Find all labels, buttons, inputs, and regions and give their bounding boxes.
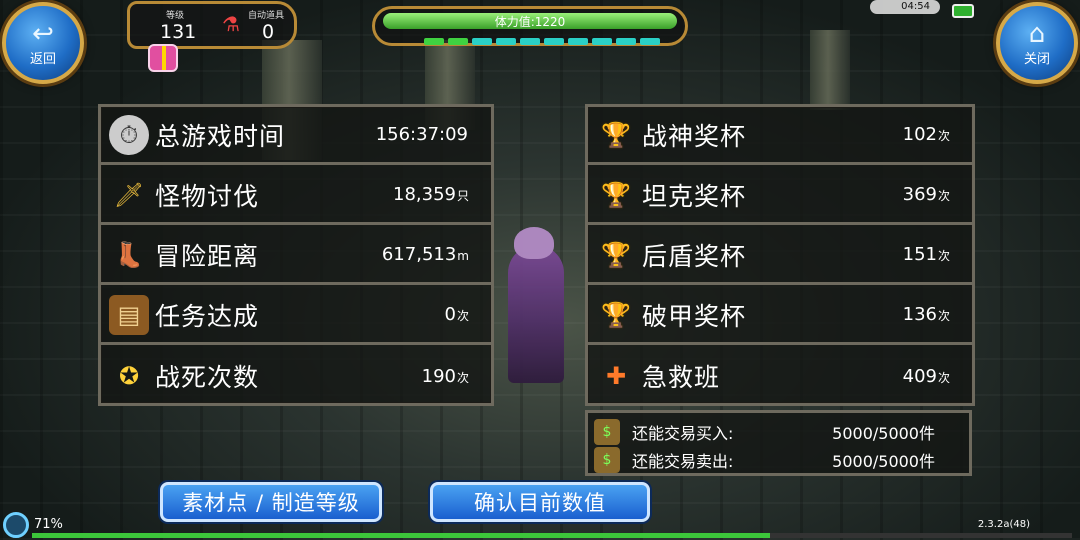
stat-label: 战神奖杯 xyxy=(642,121,747,151)
exp-bar-fill xyxy=(32,533,771,538)
energy-segment xyxy=(520,38,540,45)
trophy-swords-icon: 🏆 xyxy=(601,120,631,149)
stat-value: 102次 xyxy=(902,124,950,145)
stat-label: 急救班 xyxy=(642,363,721,392)
trophy-shield-icon: 🏆 xyxy=(601,180,631,209)
stat-value: 409次 xyxy=(902,365,950,387)
trophy-armor-break-icon: 🏆 xyxy=(601,300,631,329)
stat-label: 破甲奖杯 xyxy=(642,301,747,331)
energy-segment xyxy=(640,38,660,45)
level-panel: 等级 131 ⚗ 自动道具 0 xyxy=(127,1,297,49)
close-button-label: 关闭 xyxy=(1023,51,1050,67)
materials-craft-level-button[interactable]: 素材点 / 制造等级 xyxy=(160,482,382,522)
battery-icon xyxy=(952,4,974,18)
trade-sell-label: 还能交易卖出: xyxy=(632,452,734,471)
potion-icon: ⚗ xyxy=(222,12,240,36)
stat-label: 后盾奖杯 xyxy=(642,241,747,271)
trade-row-buy: $ 还能交易买入: 5000/5000件 xyxy=(594,418,963,446)
trade-row-sell: $ 还能交易卖出: 5000/5000件 xyxy=(594,446,963,474)
stat-label: 总游戏时间 xyxy=(155,121,286,151)
confirm-current-values-button[interactable]: 确认目前数值 xyxy=(430,482,650,522)
boots-icon: 👢 xyxy=(114,240,144,269)
gift-icon[interactable] xyxy=(148,44,178,72)
stat-label: 怪物讨伐 xyxy=(155,181,260,211)
stat-label: 任务达成 xyxy=(155,301,260,331)
player-character xyxy=(508,227,564,383)
back-button[interactable]: ↩ 返回 xyxy=(2,2,84,84)
version-label: 2.3.2a(48) xyxy=(977,519,1030,530)
stat-row: 🏆 战神奖杯 102次 xyxy=(588,107,972,165)
stopwatch-icon: ⏱ xyxy=(109,114,149,155)
first-aid-icon: ✚ xyxy=(605,362,627,390)
stat-label: 坦克奖杯 xyxy=(642,181,747,211)
pillar xyxy=(810,30,850,110)
energy-segment xyxy=(592,38,612,45)
stat-row: 🏆 坦克奖杯 369次 xyxy=(588,167,972,225)
stat-row: ▤ 任务达成 0次 xyxy=(101,287,491,345)
energy-segment xyxy=(568,38,588,45)
energy-segment xyxy=(616,38,636,45)
energy-segment xyxy=(544,38,564,45)
stat-value: 156:37:09 xyxy=(375,124,468,145)
energy-segments xyxy=(424,38,660,45)
energy-segment xyxy=(472,38,492,45)
auto-item-label: 自动道具 xyxy=(248,11,285,21)
left-stats-panel: ⏱ 总游戏时间 156:37:09 🗡 怪物讨伐 18,359只 👢 冒险距离 … xyxy=(98,104,494,406)
stat-row: 🏆 后盾奖杯 151次 xyxy=(588,227,972,285)
stat-label: 冒险距离 xyxy=(155,241,260,271)
stat-row: ⏱ 总游戏时间 156:37:09 xyxy=(101,107,491,165)
stat-value: 136次 xyxy=(902,304,950,325)
back-arrow-icon: ↩ xyxy=(32,18,54,49)
trade-buy-icon: $ xyxy=(594,419,620,445)
trade-sell-value: 5000/5000件 xyxy=(832,452,935,471)
stat-label: 战死次数 xyxy=(155,363,260,392)
trade-sell-icon: $ xyxy=(594,447,620,473)
trophy-support-icon: 🏆 xyxy=(601,240,631,269)
exp-ring-icon xyxy=(3,512,29,538)
home-icon: ⌂ xyxy=(1028,18,1046,49)
sword-icon: 🗡 xyxy=(113,180,145,209)
energy-segment xyxy=(496,38,516,45)
energy-segment xyxy=(448,38,468,45)
trade-buy-value: 5000/5000件 xyxy=(832,424,935,443)
close-button[interactable]: ⌂ 关闭 xyxy=(996,2,1078,84)
stat-value: 18,359只 xyxy=(393,184,469,205)
clock: 04:54 xyxy=(870,0,940,14)
exp-bar xyxy=(32,533,1072,538)
quest-book-icon: ▤ xyxy=(109,294,149,335)
footer-bar: 71% 2.3.2a(48) xyxy=(0,512,1080,540)
revive-stars-icon: ✪ xyxy=(118,362,140,390)
stat-value: 151次 xyxy=(902,244,950,265)
stat-value: 369次 xyxy=(902,184,950,205)
stat-row: 🏆 破甲奖杯 136次 xyxy=(588,287,972,345)
stat-value: 617,513m xyxy=(381,244,469,265)
back-button-label: 返回 xyxy=(29,51,56,67)
exp-percent: 71% xyxy=(34,517,63,532)
energy-segment xyxy=(424,38,444,45)
stat-row: ✚ 急救班 409次 xyxy=(588,347,972,405)
stat-row: 👢 冒险距离 617,513m xyxy=(101,227,491,285)
right-stats-panel: 🏆 战神奖杯 102次 🏆 坦克奖杯 369次 🏆 后盾奖杯 151次 🏆 破甲… xyxy=(585,104,975,406)
level-value: 131 xyxy=(160,21,197,43)
trade-limit-panel: $ 还能交易买入: 5000/5000件 $ 还能交易卖出: 5000/5000… xyxy=(585,410,972,476)
stat-value: 190次 xyxy=(421,365,469,387)
stat-value: 0次 xyxy=(444,304,469,325)
stat-row: 🗡 怪物讨伐 18,359只 xyxy=(101,167,491,225)
auto-item-value: 0 xyxy=(262,21,275,43)
stat-row: ✪ 战死次数 190次 xyxy=(101,347,491,405)
trade-buy-label: 还能交易买入: xyxy=(632,424,734,443)
stamina-text: 体力值:1220 xyxy=(494,15,566,29)
level-label: 等级 xyxy=(166,11,185,21)
